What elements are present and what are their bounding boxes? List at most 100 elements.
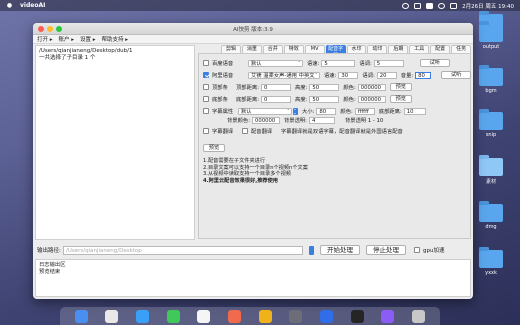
log-output[interactable]: 日志输出区 预览结束 (35, 259, 471, 297)
subtitle-checkbox[interactable] (203, 108, 209, 114)
search-icon[interactable] (450, 2, 458, 9)
baidu-listen-button[interactable]: 试听 (419, 59, 450, 67)
output-path-input[interactable]: /Users/qianjianeng/Desktop (63, 245, 303, 255)
bottom-height-input[interactable]: 50 (309, 95, 340, 103)
settings-icon[interactable] (289, 309, 303, 323)
subtitle-bottom-input[interactable]: 10 (403, 107, 426, 115)
tab-animated-watermark[interactable]: 动印 (367, 45, 388, 53)
battery-icon[interactable] (426, 2, 434, 9)
tab-post[interactable]: 后期 (388, 45, 409, 53)
desktop-folder[interactable]: 素材 (471, 155, 511, 185)
desktop-folder-label: bgm (485, 88, 497, 94)
tab-dedup[interactable]: 消重 (241, 45, 262, 53)
baidu-voice-select[interactable]: 默认 (248, 59, 303, 67)
desktop-folder[interactable]: output (471, 21, 511, 50)
subtitle-color-input[interactable]: ffffff (354, 107, 375, 115)
aliyun-tone-label: 语调: (362, 73, 375, 79)
preview-button[interactable]: 预览 (203, 144, 225, 152)
desktop-folder[interactable]: yxxk (471, 247, 511, 276)
desktop-folder[interactable]: dmg (471, 201, 511, 230)
baidu-speed-input[interactable]: 5 (321, 59, 356, 67)
subtitle-row: 字幕属性 默认 大小: 80 颜色: ffffff 底部距离: 10 (203, 107, 430, 115)
launchpad-icon[interactable] (105, 309, 119, 323)
status-icon[interactable] (414, 2, 422, 9)
aliyun-tone-input[interactable]: 20 (376, 71, 397, 79)
tab-tools[interactable]: 工具 (409, 45, 430, 53)
finder-icon[interactable] (74, 309, 88, 323)
tab-config[interactable]: 配置 (430, 45, 451, 53)
baidu-tone-input[interactable]: 5 (373, 59, 404, 67)
trash-icon[interactable] (412, 309, 426, 323)
menu-settings[interactable]: 设置 ▸ (80, 35, 96, 43)
folder-icon (479, 109, 503, 130)
bottom-color-input[interactable]: 000000 (357, 95, 386, 103)
start-button[interactable]: 开始处理 (320, 245, 360, 255)
tab-tasks[interactable]: 任务 (451, 45, 472, 53)
baidu-voice-checkbox[interactable] (203, 60, 209, 66)
desktop-folder[interactable]: bgm (471, 65, 511, 94)
top-preview-button[interactable]: 预览 (389, 83, 412, 91)
output-path-stepper-icon[interactable] (309, 245, 314, 255)
top-distance-input[interactable]: 0 (260, 83, 291, 91)
window-titlebar[interactable]: AI快剪 版本:3.9 (33, 23, 473, 35)
baidu-voice-label: 百度语音 (212, 61, 234, 67)
menubar-datetime[interactable]: 2月26日 周五 19:40 (462, 2, 514, 10)
tab-mv[interactable]: MV (304, 45, 325, 53)
app-store-icon[interactable] (320, 309, 334, 323)
menu-help[interactable]: 帮助支持 ▸ (102, 35, 129, 43)
directory-path[interactable]: /Users/qianjianeng/Desktop/dub/1 (39, 48, 191, 55)
apple-icon[interactable]: ● (6, 2, 13, 9)
aliyun-speed-input[interactable]: 30 (338, 71, 359, 79)
bottom-distance-input[interactable]: 0 (260, 95, 291, 103)
aliyun-listen-button[interactable]: 试听 (441, 71, 472, 79)
menu-open[interactable]: 打开 ▸ (37, 35, 53, 43)
app-window: AI快剪 版本:3.9 打开 ▸ 账户 ▸ 设置 ▸ 帮助支持 ▸ /Users… (33, 23, 473, 299)
gpu-label: gpu加速 (423, 248, 445, 254)
menubar-app-name[interactable]: videoAI (20, 2, 45, 9)
top-bar-checkbox[interactable] (203, 84, 209, 90)
subtitle-translate-checkbox[interactable] (203, 128, 209, 134)
baidu-tone-label: 语调: (359, 61, 372, 67)
bottom-preview-button[interactable]: 预览 (389, 95, 412, 103)
font-stepper-icon[interactable] (293, 107, 298, 115)
tab-watermark[interactable]: 水印 (346, 45, 367, 53)
dub-subtitle-panel: 百度语音 默认 语速: 5 语调: 5 试听 阿里语音 艾镁 温柔女声-通用 中… (198, 53, 472, 239)
stop-button[interactable]: 停止处理 (366, 245, 406, 255)
safari-icon[interactable] (136, 309, 150, 323)
bottom-bar-label: 底部条 (212, 97, 228, 103)
desktop-folder[interactable]: snip (471, 109, 511, 138)
desktop-folder-label: yxxk (485, 270, 497, 276)
top-bar-row: 顶部条 顶部距离: 0 高度: 50 颜色: 000000 预览 (203, 83, 412, 91)
gpu-checkbox[interactable] (414, 247, 420, 253)
terminal-icon[interactable] (350, 309, 364, 323)
preview-row: 预览 (203, 144, 225, 152)
top-color-input[interactable]: 000000 (357, 83, 386, 91)
subtitle-font-select[interactable]: 默认 (238, 107, 292, 115)
subtitle-size-input[interactable]: 80 (316, 107, 337, 115)
folder-icon (479, 155, 503, 176)
aliyun-volume-input[interactable]: 80 (415, 71, 432, 79)
app-icon[interactable] (381, 309, 395, 323)
desktop-folder-label: dmg (485, 224, 497, 230)
tab-dub-subtitle[interactable]: 配音字幕 (325, 45, 346, 59)
subtitle-color-label: 颜色: (340, 109, 353, 115)
wifi-icon[interactable] (438, 2, 446, 9)
mail-icon[interactable] (197, 309, 211, 323)
tab-effects[interactable]: 特效 (283, 45, 304, 53)
menu-account[interactable]: 账户 ▸ (59, 35, 75, 43)
top-height-input[interactable]: 50 (309, 83, 340, 91)
status-icon[interactable] (402, 2, 410, 9)
photos-icon[interactable] (228, 309, 242, 323)
aliyun-voice-checkbox[interactable] (203, 72, 209, 78)
dub-translate-checkbox[interactable] (242, 128, 248, 134)
aliyun-voice-select[interactable]: 艾镁 温柔女声-通用 中英文 (248, 71, 320, 79)
bg-alpha-input[interactable]: 4 (308, 116, 335, 124)
aliyun-speed-label: 语速: (324, 73, 337, 79)
tab-merge[interactable]: 合并 (262, 45, 283, 53)
directory-list[interactable]: /Users/qianjianeng/Desktop/dub/1 一共选择了子目… (35, 45, 195, 240)
bottom-bar-checkbox[interactable] (203, 96, 209, 102)
bg-color-input[interactable]: 000000 (251, 116, 280, 124)
messages-icon[interactable] (166, 309, 180, 323)
notes-icon[interactable] (258, 309, 272, 323)
tab-edit[interactable]: 剪辑 (221, 45, 241, 53)
